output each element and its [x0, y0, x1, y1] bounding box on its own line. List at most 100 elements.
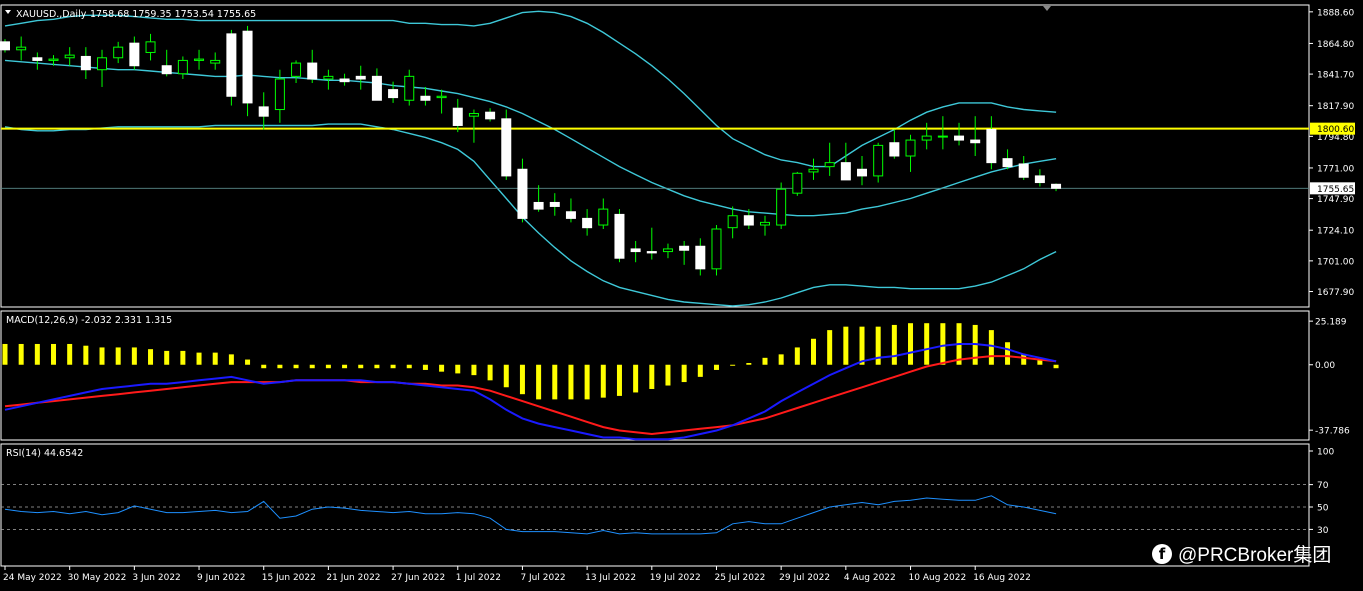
bear-candle-body [371, 75, 382, 101]
macd-histogram-bar [988, 330, 994, 365]
macd-histogram-bar [51, 343, 57, 365]
macd-histogram-bar [503, 364, 509, 388]
macd-histogram-bar [390, 364, 396, 369]
bear-candle-body [517, 168, 528, 219]
macd-histogram-bar [811, 338, 816, 365]
macd-panel [0, 310, 1310, 441]
facebook-icon: f [1152, 543, 1172, 564]
bear-candle-body [743, 215, 754, 226]
bear-candle-body [80, 55, 91, 71]
bull-candle-body [177, 59, 188, 75]
date-tick-label: 7 Jul 2022 [520, 573, 565, 583]
macd-histogram-bar [131, 347, 137, 365]
bear-candle-body [1018, 163, 1029, 178]
macd-histogram-bar [18, 343, 24, 365]
bear-candle-body [857, 168, 868, 177]
rsi-panel [0, 443, 1310, 567]
bear-candle-body [840, 162, 851, 181]
resistance-price-label: 1800.60 [1317, 125, 1354, 135]
date-tick-label: 10 Aug 2022 [909, 573, 967, 583]
bull-candle-body [759, 221, 770, 226]
watermark-text: @PRCBroker集团 [1178, 545, 1332, 566]
macd-tick-label: 0.00 [1315, 361, 1335, 371]
date-tick-label: 21 Jun 2022 [326, 573, 380, 583]
bull-candle-body [792, 172, 803, 194]
bear-candle-body [501, 118, 512, 177]
price-tick-label: 1677.90 [1317, 288, 1354, 298]
price-tick-label: 1864.80 [1317, 40, 1354, 50]
bull-candle-body [48, 58, 59, 61]
bull-candle-body [921, 135, 932, 141]
bull-candle-body [16, 46, 27, 51]
bear-candle-body [1051, 183, 1062, 189]
bear-candle-body [226, 33, 237, 97]
macd-histogram-bar [794, 347, 800, 365]
rsi-tick-label: 50 [1317, 504, 1329, 514]
bear-candle-body [1034, 175, 1045, 184]
macd-histogram-bar [309, 364, 315, 369]
macd-histogram-bar [325, 364, 331, 369]
bull-candle-body [145, 41, 156, 53]
macd-histogram-bar [859, 326, 865, 365]
macd-histogram-bar [681, 364, 687, 383]
bear-candle-body [582, 217, 593, 229]
bear-candle-body [258, 106, 269, 117]
macd-histogram-bar [649, 364, 655, 389]
macd-histogram-bar [536, 364, 542, 400]
price-panel [0, 4, 1310, 308]
price-panel-title: XAUUSD.,Daily [16, 9, 87, 20]
price-tick-label: 1771.00 [1317, 164, 1354, 174]
bull-candle-body [323, 75, 334, 80]
bull-candle-body [711, 228, 722, 270]
candle [792, 171, 803, 196]
bear-candle-body [549, 201, 560, 207]
date-tick-label: 16 Aug 2022 [973, 573, 1031, 583]
macd-histogram-bar [908, 323, 914, 365]
macd-histogram-bar [487, 364, 493, 381]
bear-candle-body [630, 248, 641, 253]
macd-histogram-bar [730, 364, 736, 366]
macd-histogram-bar [406, 364, 412, 369]
macd-histogram-bar [358, 364, 364, 369]
macd-histogram-bar [34, 343, 40, 365]
bull-candle-body [97, 57, 108, 71]
macd-histogram-bar [196, 352, 202, 365]
bull-candle-body [776, 188, 787, 226]
macd-histogram-bar [713, 364, 719, 370]
macd-histogram-bar [600, 364, 606, 398]
macd-histogram-bar [616, 364, 622, 396]
date-tick-label: 9 Jun 2022 [197, 573, 245, 583]
macd-histogram-bar [261, 364, 267, 369]
bull-candle-body [436, 95, 447, 99]
date-tick-label: 15 Jun 2022 [262, 573, 316, 583]
candle [242, 25, 253, 117]
bull-candle-body [937, 135, 948, 138]
bear-candle-body [485, 111, 496, 120]
macd-histogram-bar [212, 352, 218, 365]
bear-candle-body [0, 41, 10, 51]
bull-candle-body [291, 62, 302, 77]
macd-histogram-bar [422, 364, 428, 370]
bull-candle-body [210, 59, 221, 64]
bull-candle-body [808, 168, 819, 173]
macd-tick-label: 25.189 [1315, 318, 1347, 328]
macd-histogram-bar [827, 330, 833, 365]
macd-histogram-bar [115, 347, 121, 365]
bull-candle-body [274, 78, 285, 111]
bull-candle-body [64, 54, 75, 59]
date-tick-label: 13 Jul 2022 [585, 573, 636, 583]
macd-histogram-bar [180, 350, 186, 365]
macd-histogram-bar [1021, 354, 1027, 365]
bull-candle-body [404, 75, 415, 101]
bull-candle-body [662, 248, 673, 253]
macd-histogram-bar [471, 364, 477, 376]
macd-histogram-bar [293, 364, 299, 369]
bear-candle-body [970, 139, 981, 144]
macd-histogram-bar [778, 354, 784, 365]
bear-candle-body [388, 89, 399, 99]
bear-candle-body [242, 30, 253, 104]
macd-histogram-bar [245, 359, 251, 365]
macd-histogram-bar [665, 364, 671, 386]
macd-histogram-bar [228, 354, 234, 365]
macd-histogram-bar [455, 364, 461, 374]
